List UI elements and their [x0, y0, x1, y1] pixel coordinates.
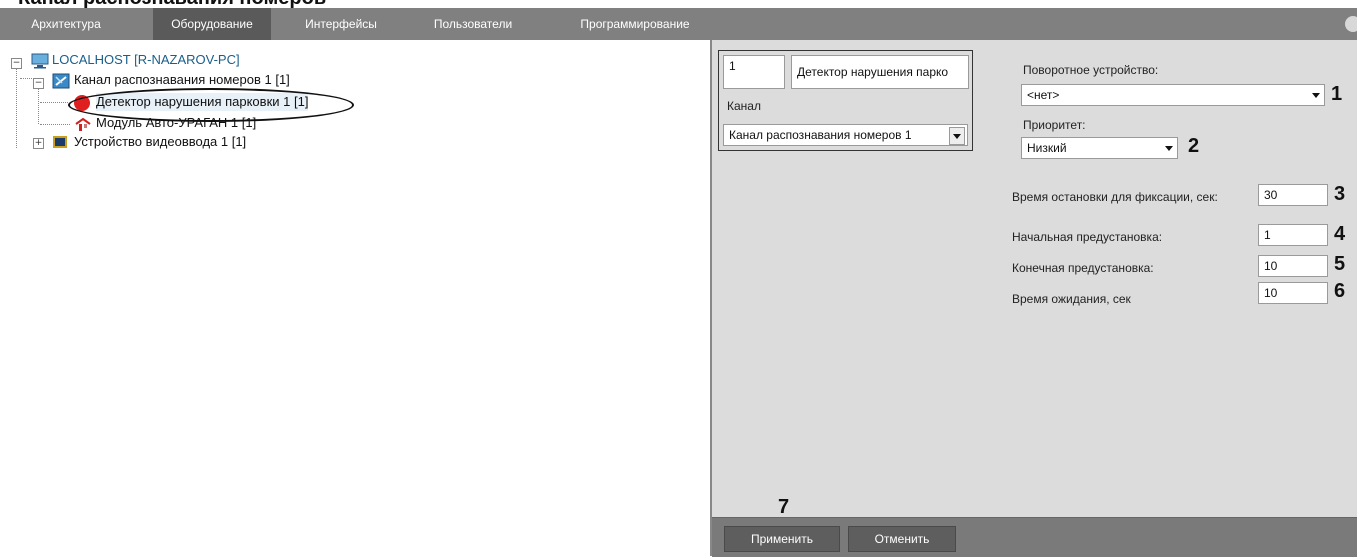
stop-time-input[interactable]: 30: [1258, 184, 1328, 206]
channel-label: Канал: [727, 99, 761, 113]
callout-7: 7: [778, 496, 790, 518]
end-preset-label: Конечная предустановка:: [1012, 261, 1154, 275]
computer-icon: [31, 53, 49, 69]
callout-1: 1: [1331, 83, 1343, 105]
end-preset-input[interactable]: 10: [1258, 255, 1328, 277]
apply-button[interactable]: Применить: [724, 526, 840, 552]
tree-node-root[interactable]: LOCALHOST [R-NAZAROV-PC]: [52, 51, 240, 69]
document-heading-cut: Канал распознавания номеров: [0, 0, 1357, 8]
action-bar: Применить Отменить: [712, 517, 1357, 557]
hardware-tree-panel: − LOCALHOST [R-NAZAROV-PC] − Канал распо…: [0, 40, 710, 556]
channel-icon: [52, 73, 70, 89]
collapse-icon[interactable]: −: [11, 58, 22, 69]
close-icon[interactable]: [1345, 16, 1357, 32]
wait-time-input[interactable]: 10: [1258, 282, 1328, 304]
callout-5: 5: [1334, 253, 1346, 275]
id-field[interactable]: 1: [723, 55, 785, 89]
callout-2: 2: [1188, 135, 1200, 157]
tab-interfaces[interactable]: Интерфейсы: [300, 8, 382, 40]
start-preset-input[interactable]: 1: [1258, 224, 1328, 246]
tab-hardware[interactable]: Оборудование: [153, 8, 271, 40]
menu-bar: Архитектура Оборудование Интерфейсы Поль…: [0, 8, 1357, 40]
start-preset-label: Начальная предустановка:: [1012, 230, 1163, 244]
stop-time-label: Время остановки для фиксации, сек:: [1012, 190, 1218, 204]
tree-node-channel[interactable]: Канал распознавания номеров 1 [1]: [74, 71, 290, 89]
chip-icon: [53, 136, 67, 148]
ptz-select[interactable]: <нет>: [1021, 84, 1325, 106]
tab-architecture[interactable]: Архитектура: [18, 8, 114, 40]
channel-select[interactable]: Канал распознавания номеров 1: [723, 124, 968, 146]
settings-panel: 1 Детектор нарушения парко Канал Канал р…: [712, 40, 1357, 518]
ptz-label: Поворотное устройство:: [1023, 63, 1159, 77]
collapse-icon[interactable]: −: [33, 78, 44, 89]
object-groupbox: 1 Детектор нарушения парко Канал Канал р…: [718, 50, 973, 151]
callout-6: 6: [1334, 280, 1346, 302]
module-icon: [75, 118, 91, 131]
cancel-button[interactable]: Отменить: [848, 526, 956, 552]
highlight-ellipse: [68, 88, 354, 122]
chevron-down-icon: [1165, 146, 1173, 151]
chevron-down-icon: [1312, 93, 1320, 98]
expand-icon[interactable]: +: [33, 138, 44, 149]
tab-users[interactable]: Пользователи: [423, 8, 523, 40]
chevron-down-icon[interactable]: [949, 127, 965, 145]
name-field[interactable]: Детектор нарушения парко: [791, 55, 969, 89]
tab-programming[interactable]: Программирование: [565, 8, 705, 40]
priority-label: Приоритет:: [1023, 118, 1086, 132]
wait-time-label: Время ожидания, сек: [1012, 292, 1131, 306]
priority-select[interactable]: Низкий: [1021, 137, 1178, 159]
tree-node-video-device[interactable]: Устройство видеоввода 1 [1]: [74, 133, 246, 151]
callout-3: 3: [1334, 183, 1346, 205]
callout-4: 4: [1334, 223, 1346, 245]
